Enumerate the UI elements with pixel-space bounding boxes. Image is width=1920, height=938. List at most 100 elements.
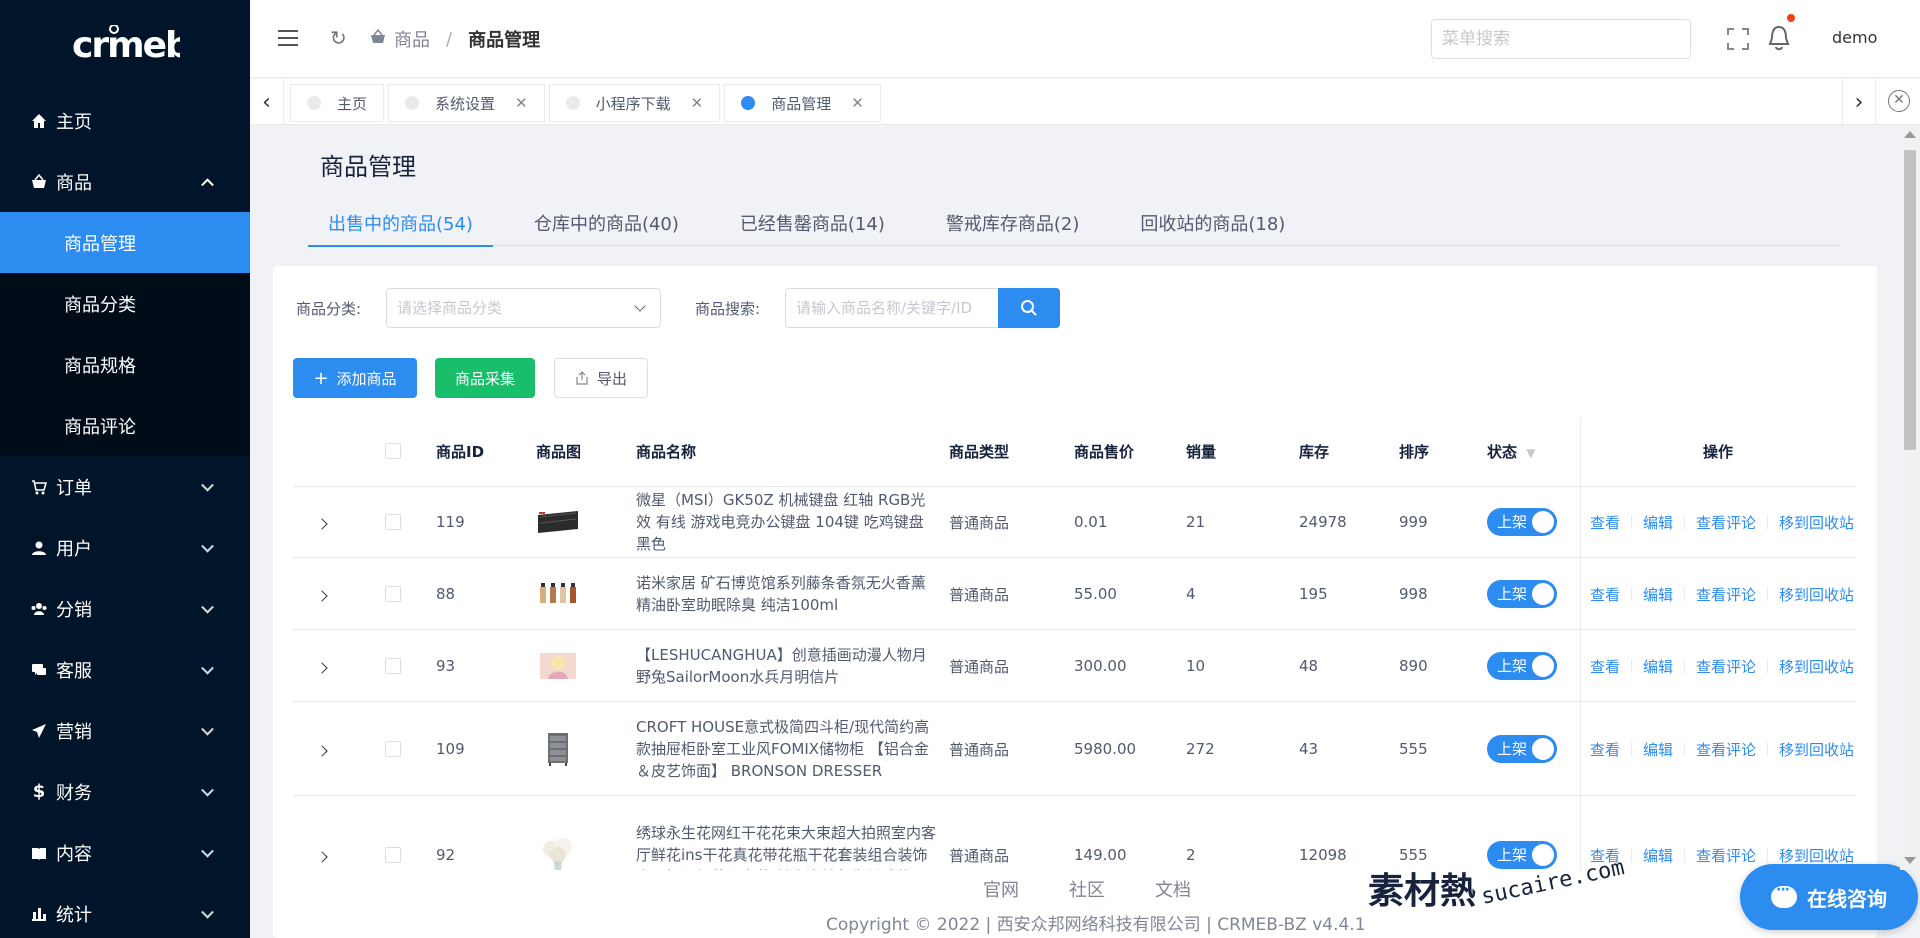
footer-link-community[interactable]: 社区 <box>1069 876 1105 902</box>
status-switch[interactable]: 上架 <box>1487 559 1557 629</box>
tab-recycle-bin[interactable]: 回收站的商品(18) <box>1120 210 1305 246</box>
search-filter-label: 商品搜索: <box>695 300 761 318</box>
filter-icon[interactable]: ▼ <box>1526 446 1535 460</box>
row-name[interactable]: 微星（MSI）GK50Z 机械键盘 红轴 RGB光效 有线 游戏电竞办公键盘 1… <box>636 487 936 557</box>
row-checkbox[interactable] <box>385 487 401 557</box>
status-switch[interactable]: 上架 <box>1487 703 1557 795</box>
category-select[interactable]: 请选择商品分类 <box>386 288 661 328</box>
select-all-checkbox[interactable] <box>385 443 401 459</box>
footer-link-docs[interactable]: 文档 <box>1155 876 1191 902</box>
sidebar-item-service[interactable]: 客服 <box>0 639 250 700</box>
product-image[interactable] <box>536 559 580 629</box>
row-name[interactable]: 绣球永生花网红干花花束大束超大拍照室内客厅鲜花ins干花真花带花瓶干花套装组合装… <box>636 797 936 870</box>
view-reviews-link[interactable]: 查看评论 <box>1696 845 1756 866</box>
tabs-scroll-left-button[interactable]: ‹ <box>250 79 284 125</box>
sidebar-item-marketing[interactable]: 营销 <box>0 700 250 761</box>
row-name[interactable]: 【LESHUCANGHUA】创意插画动漫人物月野兔SailorMoon水兵月明信… <box>636 631 936 701</box>
tab-warehouse[interactable]: 仓库中的商品(40) <box>514 210 699 246</box>
footer-link-official[interactable]: 官网 <box>983 876 1019 902</box>
view-reviews-link[interactable]: 查看评论 <box>1696 584 1756 605</box>
expand-row-icon[interactable] <box>316 703 328 795</box>
expand-row-icon[interactable] <box>316 797 328 870</box>
sidebar-item-orders[interactable]: 订单 <box>0 456 250 517</box>
status-switch[interactable]: 上架 <box>1487 487 1557 557</box>
edit-link[interactable]: 编辑 <box>1643 739 1673 760</box>
edit-link[interactable]: 编辑 <box>1643 845 1673 866</box>
move-to-recycle-link[interactable]: 移到回收站 <box>1779 584 1854 605</box>
view-reviews-link[interactable]: 查看评论 <box>1696 656 1756 677</box>
sidebar-item-distribution[interactable]: 分销 <box>0 578 250 639</box>
sidebar-item-stats[interactable]: 统计 <box>0 883 250 938</box>
row-sales: 4 <box>1186 585 1196 603</box>
user-name[interactable]: demo <box>1832 28 1877 47</box>
view-link[interactable]: 查看 <box>1590 512 1620 533</box>
sidebar-item-product-spec[interactable]: 商品规格 <box>0 334 250 395</box>
home-icon <box>30 112 48 130</box>
move-to-recycle-link[interactable]: 移到回收站 <box>1779 845 1854 866</box>
status-switch[interactable]: 上架 <box>1487 631 1557 701</box>
scrollbar-thumb[interactable] <box>1904 150 1916 450</box>
view-link[interactable]: 查看 <box>1590 656 1620 677</box>
sidebar-item-users[interactable]: 用户 <box>0 517 250 578</box>
move-to-recycle-link[interactable]: 移到回收站 <box>1779 739 1854 760</box>
product-image[interactable] <box>536 703 580 795</box>
sidebar-item-products[interactable]: 商品 <box>0 151 250 212</box>
tab-miniprogram-download[interactable]: 小程序下载 ✕ <box>548 84 721 122</box>
row-checkbox[interactable] <box>385 631 401 701</box>
view-link[interactable]: 查看 <box>1590 584 1620 605</box>
menu-toggle-icon[interactable] <box>278 30 298 48</box>
row-checkbox[interactable] <box>385 559 401 629</box>
tab-on-sale[interactable]: 出售中的商品(54) <box>308 210 493 247</box>
add-product-button[interactable]: + 添加商品 <box>293 358 417 398</box>
online-consult-button[interactable]: 在线咨询 <box>1740 864 1918 930</box>
tab-system-settings[interactable]: 系统设置 ✕ <box>388 84 545 122</box>
sidebar-item-product-review[interactable]: 商品评论 <box>0 395 250 456</box>
export-button[interactable]: 导出 <box>554 358 648 398</box>
view-link[interactable]: 查看 <box>1590 739 1620 760</box>
edit-link[interactable]: 编辑 <box>1643 656 1673 677</box>
edit-link[interactable]: 编辑 <box>1643 512 1673 533</box>
sidebar-item-content[interactable]: 内容 <box>0 822 250 883</box>
edit-link[interactable]: 编辑 <box>1643 584 1673 605</box>
sidebar-item-product-management[interactable]: 商品管理 <box>0 212 250 273</box>
menu-search-input[interactable]: 菜单搜索 <box>1431 19 1691 59</box>
view-reviews-link[interactable]: 查看评论 <box>1696 512 1756 533</box>
breadcrumb-parent[interactable]: 商品 <box>394 26 430 52</box>
product-image[interactable] <box>536 797 580 870</box>
col-status[interactable]: 状态 ▼ <box>1487 418 1535 487</box>
expand-row-icon[interactable] <box>316 487 328 557</box>
scroll-up-arrow-icon[interactable] <box>1904 131 1916 138</box>
tab-home[interactable]: 主页 <box>290 84 385 122</box>
sidebar-item-finance[interactable]: $ 财务 <box>0 761 250 822</box>
tabs-scroll-right-button[interactable]: › <box>1842 79 1876 125</box>
tab-low-stock[interactable]: 警戒库存商品(2) <box>926 210 1100 246</box>
scroll-down-arrow-icon[interactable] <box>1904 857 1916 864</box>
expand-row-icon[interactable] <box>316 559 328 629</box>
expand-row-icon[interactable] <box>316 631 328 701</box>
close-icon[interactable]: ✕ <box>691 94 704 112</box>
row-name[interactable]: CROFT HOUSE意式极简四斗柜/现代简约高款抽屉柜卧室工业风FOMIX储物… <box>636 703 936 795</box>
view-reviews-link[interactable]: 查看评论 <box>1696 739 1756 760</box>
close-icon[interactable]: ✕ <box>851 94 864 112</box>
row-checkbox[interactable] <box>385 797 401 870</box>
refresh-icon[interactable]: ↻ <box>330 26 347 50</box>
close-icon[interactable]: ✕ <box>515 94 528 112</box>
bell-icon[interactable] <box>1767 14 1795 52</box>
sidebar-item-home[interactable]: 主页 <box>0 90 250 151</box>
product-image[interactable] <box>536 487 580 557</box>
logo[interactable]: crmeb <box>0 0 250 90</box>
collect-product-button[interactable]: 商品采集 <box>435 358 535 398</box>
product-image[interactable] <box>536 631 580 701</box>
sidebar-item-product-category[interactable]: 商品分类 <box>0 273 250 334</box>
row-checkbox[interactable] <box>385 703 401 795</box>
status-switch[interactable]: 上架 <box>1487 797 1557 870</box>
fullscreen-icon[interactable] <box>1727 28 1749 50</box>
row-name[interactable]: 诺米家居 矿石博览馆系列藤条香氛无火香薰精油卧室助眠除臭 纯洁100ml <box>636 559 936 629</box>
product-search-input[interactable]: 请输入商品名称/关键字/ID <box>785 288 998 328</box>
search-button[interactable] <box>998 288 1060 328</box>
tab-product-management[interactable]: 商品管理 ✕ <box>724 84 881 122</box>
move-to-recycle-link[interactable]: 移到回收站 <box>1779 512 1854 533</box>
close-all-tabs-icon[interactable]: ✕ <box>1888 90 1910 112</box>
move-to-recycle-link[interactable]: 移到回收站 <box>1779 656 1854 677</box>
tab-sold-out[interactable]: 已经售罄商品(14) <box>720 210 905 246</box>
